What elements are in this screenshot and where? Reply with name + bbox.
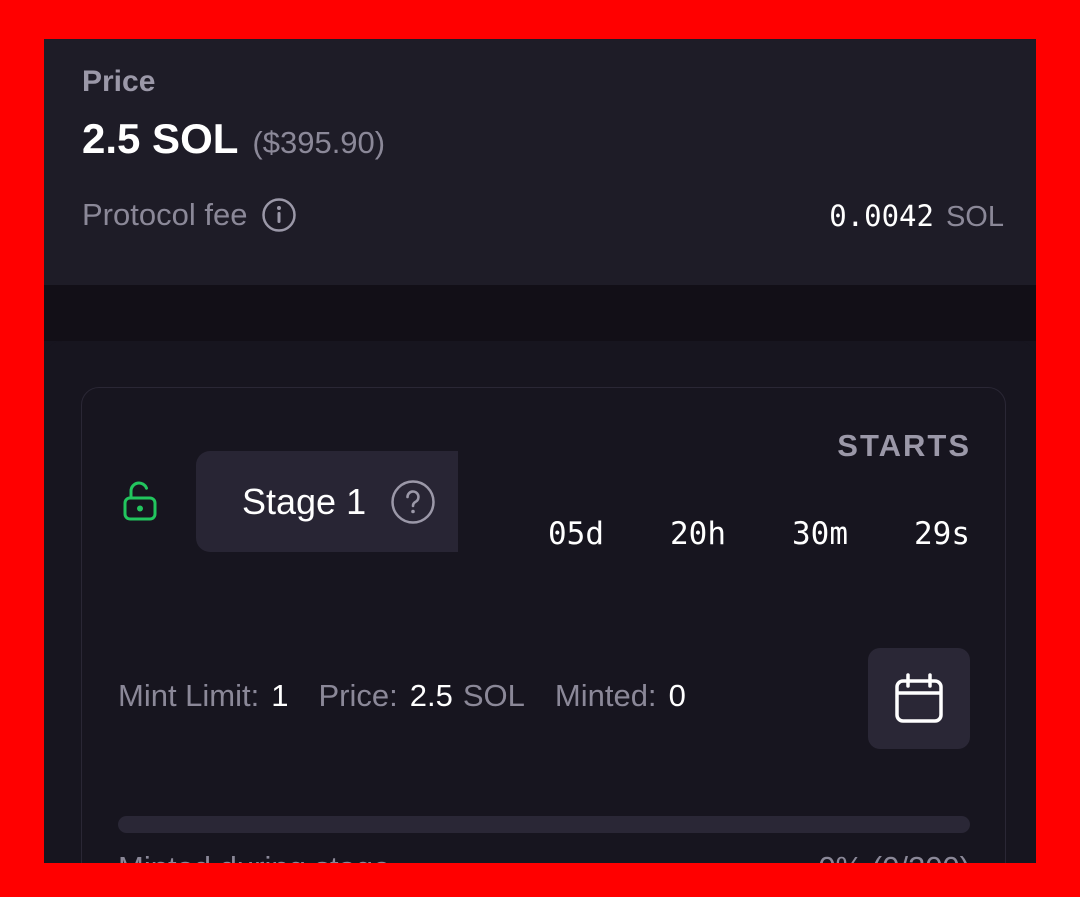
mint-limit-value: 1 xyxy=(271,678,289,713)
minted-label: Minted: xyxy=(554,678,657,713)
info-icon[interactable] xyxy=(261,197,297,233)
price-usd: ($395.90) xyxy=(252,125,386,160)
protocol-fee-value: 0.0042 SOL xyxy=(829,199,1004,234)
countdown-hours: 20h xyxy=(670,516,726,552)
stage-card: Stage 1 STARTS 05d 20h 30m 29s Mint Limi… xyxy=(81,387,1006,863)
protocol-fee-label: Protocol fee xyxy=(82,197,248,232)
minted-value: 0 xyxy=(668,678,686,713)
mint-progress-bar xyxy=(118,816,970,833)
price-label: Price xyxy=(82,65,156,98)
mint-progress-value: 0% (0/200) xyxy=(818,850,970,863)
stages-section: Stage 1 STARTS 05d 20h 30m 29s Mint Limi… xyxy=(44,341,1036,863)
stage-price-value: 2.5 xyxy=(409,678,453,713)
countdown-days: 05d xyxy=(548,516,604,552)
stage-selector-button[interactable]: Stage 1 xyxy=(196,451,458,552)
starts-label: STARTS xyxy=(837,428,971,463)
protocol-fee-amount: 0.0042 xyxy=(829,199,934,233)
countdown-timer: 05d 20h 30m 29s xyxy=(548,516,970,552)
protocol-fee-row: Protocol fee xyxy=(82,197,297,233)
price-card: Price 2.5 SOL ($395.90) Protocol fee 0.0… xyxy=(44,39,1036,285)
protocol-fee-unit: SOL xyxy=(945,201,1004,233)
help-icon[interactable] xyxy=(390,479,436,525)
unlock-icon xyxy=(122,480,158,522)
add-to-calendar-button[interactable] xyxy=(868,648,970,749)
stage-price-unit: SOL xyxy=(462,678,525,713)
mint-progress-label: Minted during stage xyxy=(118,850,390,863)
mint-progress-row: Minted during stage 0% (0/200) xyxy=(118,850,970,863)
price-row: 2.5 SOL ($395.90) xyxy=(82,115,385,163)
calendar-icon xyxy=(892,672,946,726)
section-divider xyxy=(44,285,1036,341)
mint-panel: Price 2.5 SOL ($395.90) Protocol fee 0.0… xyxy=(44,39,1036,863)
price-amount: 2.5 SOL xyxy=(82,115,239,162)
mint-limit-label: Mint Limit: xyxy=(118,678,260,713)
stage-stats: Mint Limit: 1 Price: 2.5 SOL Minted: 0 xyxy=(118,678,686,714)
stage-price-label: Price: xyxy=(318,678,398,713)
countdown-seconds: 29s xyxy=(914,516,970,552)
stage-name: Stage 1 xyxy=(242,480,367,522)
countdown-minutes: 30m xyxy=(792,516,848,552)
